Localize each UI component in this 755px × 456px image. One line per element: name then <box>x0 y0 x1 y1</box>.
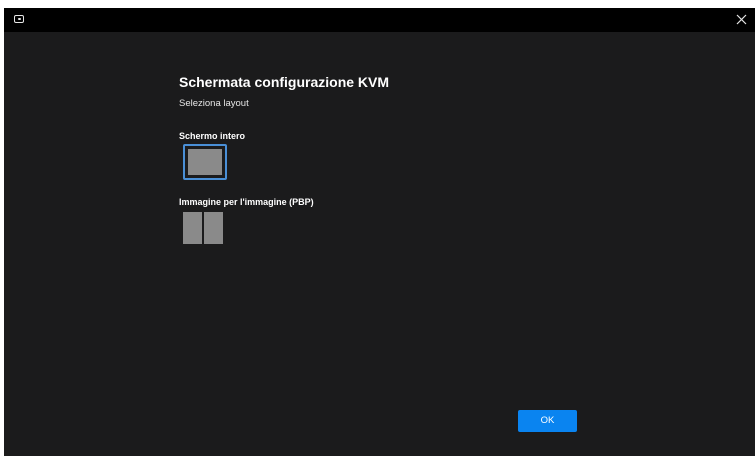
page-subtitle: Seleziona layout <box>179 98 249 109</box>
layout-pane-right <box>204 212 223 244</box>
monitor-icon <box>14 15 24 23</box>
layout-pane <box>188 149 222 175</box>
layout-label-pbp: Immagine per l'immagine (PBP) <box>179 197 314 207</box>
layout-pane-left <box>183 212 202 244</box>
layout-option-pbp[interactable] <box>183 212 223 244</box>
close-icon <box>736 14 747 25</box>
layout-label-full-screen: Schermo intero <box>179 131 246 141</box>
title-bar <box>4 8 755 32</box>
page-title: Schermata configurazione KVM <box>179 74 390 90</box>
ok-button[interactable]: OK <box>518 410 577 432</box>
close-button[interactable] <box>731 10 753 30</box>
kvm-config-window: Schermata configurazione KVM Seleziona l… <box>4 8 755 456</box>
layout-option-full-screen[interactable] <box>183 144 227 180</box>
